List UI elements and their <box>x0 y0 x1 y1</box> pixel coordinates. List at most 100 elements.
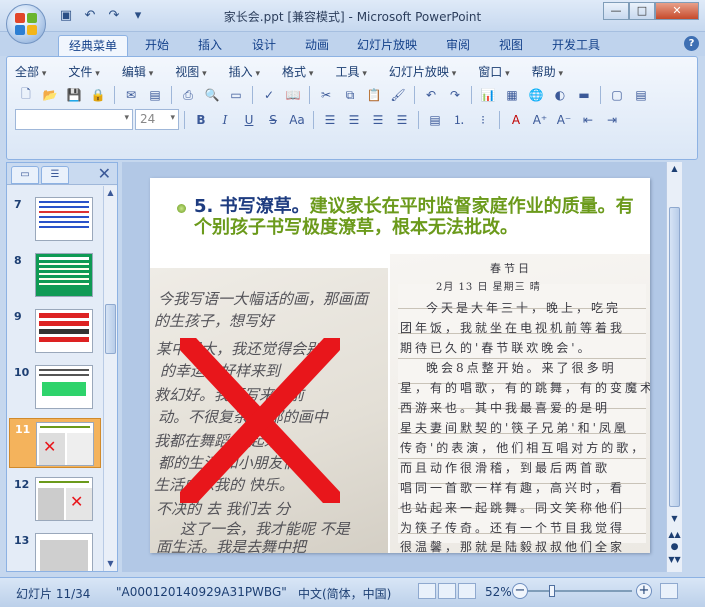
slide-scrollbar[interactable]: ▲ ▼ ▲▲ ● ▼▼ <box>666 162 682 572</box>
menu-format[interactable]: 格式 <box>282 63 313 80</box>
open-icon[interactable]: 📂 <box>39 85 61 105</box>
slide-thumbnail-12[interactable]: 12 ✕ <box>9 474 101 524</box>
zoom-level[interactable]: 52% <box>485 585 512 599</box>
help-icon[interactable]: ? <box>684 36 699 51</box>
slide-bullet-text[interactable]: 5. 书写潦草。建议家长在平时监督家庭作业的质量。有个别孩子书写极度潦草，根本无… <box>194 196 634 238</box>
menu-help[interactable]: 帮助 <box>532 63 563 80</box>
shadow-button[interactable]: S <box>262 110 284 130</box>
shrink-font-icon[interactable]: A⁻ <box>553 110 575 130</box>
justify-icon[interactable]: ☰ <box>391 110 413 130</box>
bold-button[interactable]: B <box>190 110 212 130</box>
slide-thumbnail-7[interactable]: 7 <box>9 194 101 244</box>
new-icon[interactable]: 🗋 <box>15 85 37 105</box>
slide-sorter-button[interactable] <box>438 583 456 599</box>
menu-view[interactable]: 视图 <box>175 63 206 80</box>
zoom-slider[interactable] <box>528 585 632 597</box>
increase-indent-icon[interactable]: ⇥ <box>601 110 623 130</box>
redo-icon[interactable]: ↷ <box>444 85 466 105</box>
current-slide[interactable]: 5. 书写潦草。建议家长在平时监督家庭作业的质量。有个别孩子书写极度潦草，根本无… <box>150 178 650 553</box>
homework-photo-neat[interactable]: 春节日 2月 13 日 星期三 晴 今天是大年三十，晚上，吃完 团年饭，我就坐在… <box>390 254 650 553</box>
cut-icon[interactable]: ✂ <box>315 85 337 105</box>
research-icon[interactable]: 📖 <box>282 85 304 105</box>
tab-slideshow[interactable]: 幻灯片放映 <box>357 35 417 56</box>
text-direction-icon[interactable]: ▤ <box>424 110 446 130</box>
table-icon[interactable]: ▦ <box>501 85 523 105</box>
numbering-icon[interactable]: ⒈ <box>448 110 470 130</box>
slides-tab[interactable]: ▭ <box>11 166 39 184</box>
underline-button[interactable]: U <box>238 110 260 130</box>
change-case-button[interactable]: Aa <box>286 110 308 130</box>
maximize-button[interactable]: □ <box>629 2 655 20</box>
outline-tab[interactable]: ☰ <box>41 166 69 184</box>
format-painter-icon[interactable]: 🖌 <box>387 85 409 105</box>
language-indicator[interactable]: 中文(简体，中国) <box>298 585 391 602</box>
tab-animation[interactable]: 动画 <box>305 35 329 56</box>
email-icon[interactable]: ✉ <box>120 85 142 105</box>
screen-icon[interactable]: ▭ <box>225 85 247 105</box>
scroll-up-icon[interactable]: ▲ <box>104 186 117 200</box>
previous-slide-icon[interactable]: ▲▲ <box>667 530 682 539</box>
minimize-button[interactable]: — <box>603 2 629 20</box>
grow-font-icon[interactable]: A⁺ <box>529 110 551 130</box>
homework-photo-messy[interactable]: 今我写语一大幅话的画，那画面 的生孩子，想写好 某中很大，我还觉得会别生 的幸运… <box>150 268 388 553</box>
scroll-thumb[interactable] <box>669 207 680 507</box>
menu-slideshow[interactable]: 幻灯片放映 <box>389 63 456 80</box>
tab-classic-menu[interactable]: 经典菜单 <box>58 35 129 56</box>
normal-view-button[interactable] <box>418 583 436 599</box>
menu-edit[interactable]: 编辑 <box>122 63 153 80</box>
tab-home[interactable]: 开始 <box>145 35 169 56</box>
scroll-up-icon[interactable]: ▲ <box>667 164 682 173</box>
fit-to-window-button[interactable] <box>660 583 678 599</box>
tab-review[interactable]: 审阅 <box>446 35 470 56</box>
slide-thumbnail-9[interactable]: 9 <box>9 306 101 356</box>
print-preview-icon[interactable]: 🔍 <box>201 85 223 105</box>
save-icon[interactable]: 💾 <box>63 85 85 105</box>
paste-icon[interactable]: 📋 <box>363 85 385 105</box>
bullets-icon[interactable]: ⁝ <box>472 110 494 130</box>
zoom-in-button[interactable]: + <box>636 583 652 599</box>
font-name-combo[interactable] <box>15 109 133 130</box>
copy-icon[interactable]: ⧉ <box>339 85 361 105</box>
tab-design[interactable]: 设计 <box>252 35 276 56</box>
tab-developer[interactable]: 开发工具 <box>552 35 600 56</box>
font-size-combo[interactable]: 24 <box>135 109 179 130</box>
decrease-indent-icon[interactable]: ⇤ <box>577 110 599 130</box>
tab-view[interactable]: 视图 <box>499 35 523 56</box>
align-left-icon[interactable]: ☰ <box>319 110 341 130</box>
menu-tools[interactable]: 工具 <box>335 63 366 80</box>
hyperlink-icon[interactable]: 🌐 <box>525 85 547 105</box>
slide-thumbnail-11[interactable]: 11 ✕ <box>9 418 101 468</box>
slide-thumbnail-13[interactable]: 13 <box>9 530 101 571</box>
slide-thumbnail-8[interactable]: 8 <box>9 250 101 300</box>
spelling-icon[interactable]: ✓ <box>258 85 280 105</box>
color-grayscale-icon[interactable]: ◐ <box>549 85 571 105</box>
zoom-slider-thumb[interactable] <box>549 585 556 597</box>
close-button[interactable]: ✕ <box>655 2 699 20</box>
permission-icon[interactable]: 🔒 <box>87 85 109 105</box>
office-button[interactable] <box>6 4 46 44</box>
menu-file[interactable]: 文件 <box>68 63 99 80</box>
tab-insert[interactable]: 插入 <box>198 35 222 56</box>
select-object-icon[interactable]: ● <box>667 542 682 552</box>
slideshow-button[interactable] <box>458 583 476 599</box>
menu-all[interactable]: 全部 <box>15 63 46 80</box>
zoom-out-button[interactable]: − <box>512 583 528 599</box>
chart-icon[interactable]: 📊 <box>477 85 499 105</box>
close-pane-icon[interactable]: ✕ <box>98 164 111 183</box>
fill-color-icon[interactable]: ▬ <box>573 85 595 105</box>
publish-icon[interactable]: ▤ <box>144 85 166 105</box>
font-color-icon[interactable]: A <box>505 110 527 130</box>
align-right-icon[interactable]: ☰ <box>367 110 389 130</box>
menu-window[interactable]: 窗口 <box>478 63 509 80</box>
thumbnail-scrollbar[interactable]: ▲ ▼ <box>103 186 117 571</box>
menu-insert[interactable]: 插入 <box>229 63 260 80</box>
italic-button[interactable]: I <box>214 110 236 130</box>
next-slide-icon[interactable]: ▼▼ <box>667 555 682 564</box>
scroll-down-icon[interactable]: ▼ <box>104 557 117 571</box>
scroll-down-icon[interactable]: ▼ <box>667 514 682 523</box>
undo-icon[interactable]: ↶ <box>420 85 442 105</box>
align-center-icon[interactable]: ☰ <box>343 110 365 130</box>
new-slide-icon[interactable]: ▢ <box>606 85 628 105</box>
print-icon[interactable]: ⎙ <box>177 85 199 105</box>
scroll-thumb[interactable] <box>105 304 116 354</box>
